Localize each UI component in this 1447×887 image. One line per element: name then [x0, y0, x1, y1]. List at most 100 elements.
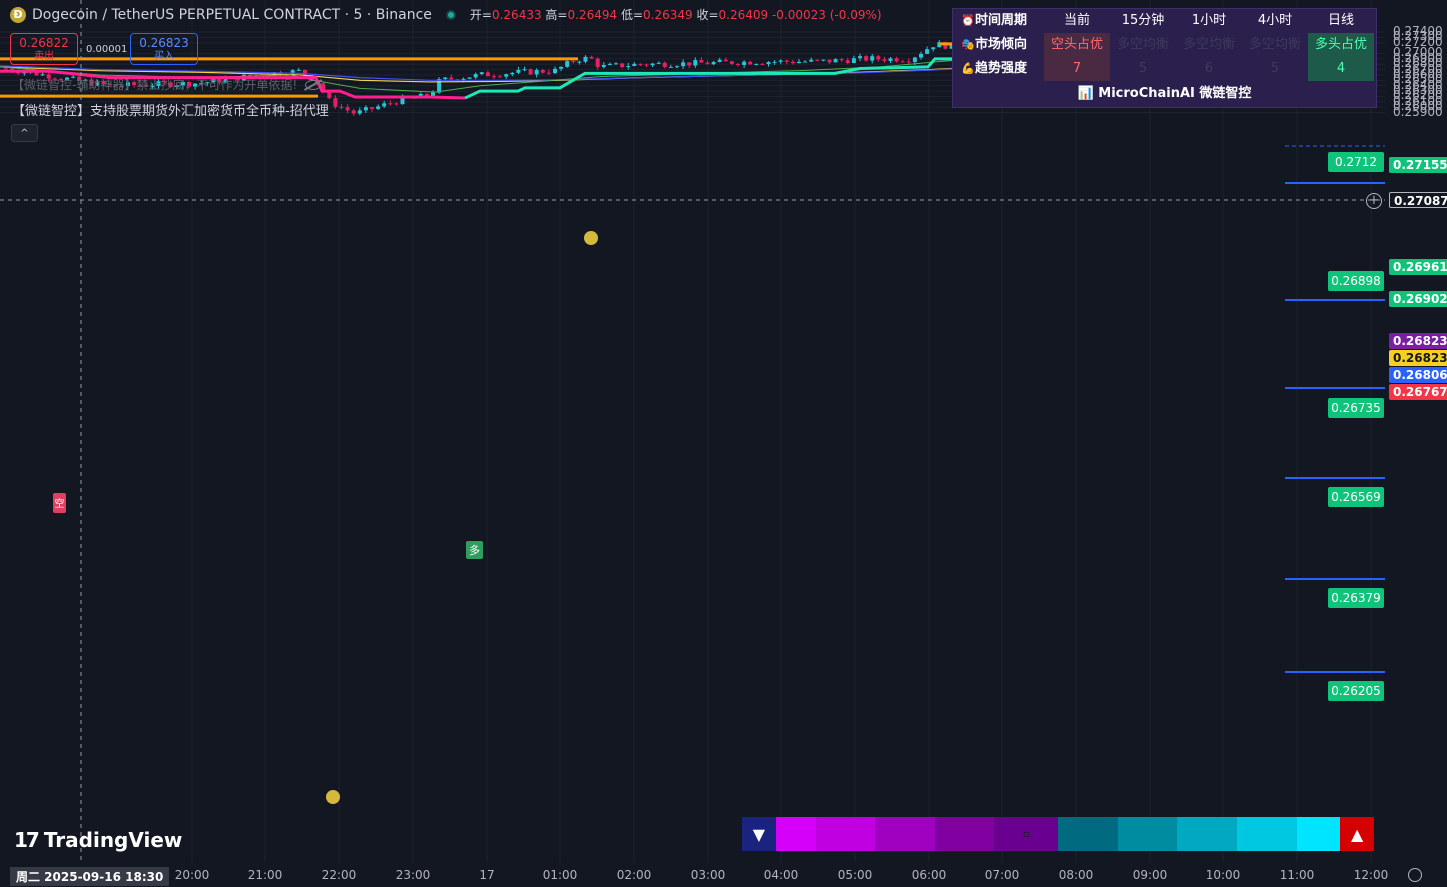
candle-body [498, 76, 503, 78]
candle-body [870, 56, 875, 61]
time-tick: 01:00 [542, 868, 578, 882]
candle-body [803, 61, 808, 63]
time-axis[interactable]: 20:00 21:00 22:00 23:00 17 01:00 02:00 03:00 04:… [0, 863, 1389, 887]
price-tag: 0.27087 [1389, 192, 1447, 208]
candle-body [370, 107, 374, 109]
candle-body [906, 61, 911, 63]
chart-legend: Ð Dogecoin / TetherUS PERPETUAL CONTRACT… [10, 6, 882, 23]
price-tag: 0.26823 [1389, 333, 1447, 349]
level-label: 0.26205 [1328, 681, 1384, 701]
candle-body [296, 69, 301, 71]
candle-body [388, 103, 393, 105]
level-label: 0.26569 [1328, 487, 1384, 507]
candle-body [650, 63, 655, 66]
sell-button[interactable]: 0.26822 卖出 [10, 33, 78, 65]
candle-body [534, 70, 539, 75]
triangle-down-icon: ▼ [742, 817, 776, 851]
time-tick: 17 [479, 868, 495, 882]
candle-body [668, 66, 673, 68]
candle-body [571, 61, 576, 63]
indicator-legend-2[interactable]: 【微链智控】支持股票期货外汇加密货币全币种-招代理 [12, 100, 329, 119]
time-tick: 10:00 [1205, 868, 1241, 882]
candle-body [376, 106, 381, 109]
add-alert-icon[interactable]: + [1366, 193, 1382, 209]
time-tick: 22:00 [321, 868, 357, 882]
candle-body [876, 56, 881, 60]
price-tag: 0.26902 [1389, 291, 1447, 307]
candle-body [839, 59, 844, 61]
triangle-up-icon: ▲ [1340, 817, 1374, 851]
candle-body [473, 73, 478, 78]
price-tag: 0.26806 [1389, 367, 1447, 383]
candle-body [723, 59, 728, 62]
muscle-icon: 💪 [961, 62, 975, 75]
trend-strength-row: 💪趋势强度 7 5 6 5 4 [953, 57, 1376, 81]
candle-body [705, 62, 710, 65]
candle-body [382, 103, 387, 107]
candle-body [522, 69, 527, 71]
indicator-legend-1[interactable]: 【微链智控-辅助神器】禁止抄底，不可作为开单依据! [12, 76, 322, 93]
candle-body [882, 59, 887, 61]
time-tick: 02:00 [616, 868, 652, 882]
candle-body [656, 62, 661, 64]
candle-body [595, 58, 600, 68]
level-label: 0.2712 [1328, 152, 1384, 172]
market-status-icon [445, 9, 456, 20]
candle-body [736, 63, 740, 65]
eye-hidden-icon[interactable] [305, 79, 322, 90]
sell-signal-text: 空 [55, 497, 65, 510]
candle-body [479, 72, 484, 74]
candlestick-chart[interactable]: 多空 [0, 0, 1385, 863]
signal-dot [326, 790, 340, 804]
candle-body [864, 56, 869, 61]
tradingview-logo[interactable]: 17 TradingView [14, 828, 182, 852]
time-tick: 05:00 [837, 868, 873, 882]
candle-body [443, 77, 448, 80]
candle-body [772, 61, 777, 63]
candle-body [912, 57, 917, 63]
candle-body [437, 79, 442, 93]
candle-body [516, 69, 521, 73]
symbol-title[interactable]: Dogecoin / TetherUS PERPETUAL CONTRACT ·… [32, 7, 432, 23]
table-header-row: ⏰时间周期 当前 15分钟 1小时 4小时 日线 [953, 9, 1376, 33]
candle-body [711, 61, 716, 65]
candle-body [540, 70, 545, 73]
candle-body [492, 76, 496, 78]
candle-body [559, 66, 564, 69]
candle-body [589, 56, 594, 59]
time-tick: 09:00 [1132, 868, 1168, 882]
candle-body [467, 77, 472, 79]
candle-body [809, 59, 814, 62]
candle-body [729, 61, 734, 64]
tradingview-mark-icon: 17 [14, 828, 40, 852]
price-scale[interactable]: 0.27400 0.27300 0.27200 0.27000 0.26900 0.268… [1385, 0, 1447, 887]
buy-signal-text: 多 [469, 543, 480, 557]
candle-body [601, 65, 606, 68]
bar-chart-icon: 📊 [1077, 86, 1099, 101]
candle-body [699, 60, 704, 63]
candle-body [583, 56, 588, 62]
time-tick: 04:00 [763, 868, 799, 882]
candle-body [760, 63, 765, 65]
candle-body [748, 61, 753, 65]
settings-gear-icon[interactable] [1408, 868, 1422, 882]
candle-body [766, 62, 771, 65]
candle-body [931, 47, 936, 50]
spread-value: 0.00001 [86, 44, 128, 55]
price-tag: 0.26767 [1389, 384, 1447, 400]
buy-button[interactable]: 0.26823 买入 [130, 33, 198, 65]
buy-price: 0.26823 [139, 36, 189, 50]
candle-body [675, 66, 679, 68]
time-tick: 08:00 [1058, 868, 1094, 882]
candle-body [900, 61, 905, 63]
collapse-legend-button[interactable]: ^ [11, 124, 38, 142]
candle-body [620, 63, 625, 68]
table-footer: 📊 MicroChainAI 微链智控 [1077, 86, 1252, 101]
candle-body [607, 63, 612, 66]
candle-body [858, 56, 862, 59]
candle-body [327, 91, 332, 99]
candle-body [485, 72, 490, 77]
candle-body [815, 59, 820, 61]
level-label: 0.26379 [1328, 588, 1384, 608]
candle-body [778, 60, 783, 62]
